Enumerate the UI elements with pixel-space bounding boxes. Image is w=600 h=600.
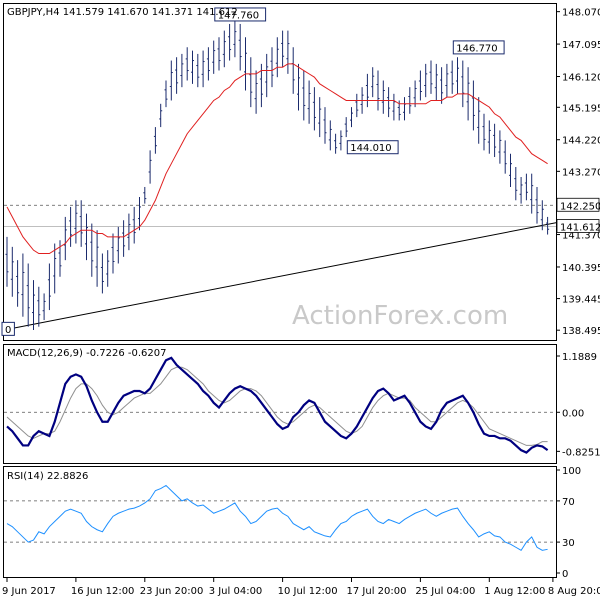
price-y-tick-label: 140.395	[562, 263, 600, 274]
price-y-tick-label: 146.120	[562, 73, 600, 84]
time-tick-label: 8 Aug 20:00	[548, 586, 600, 597]
price-annotation-label: 146.770	[456, 43, 497, 54]
price-y-tick-label: 138.495	[562, 326, 600, 337]
watermark: ActionForex.com	[292, 301, 508, 331]
price-y-axis: 148.070 147.095 146.120 145.195 144.220 143.2…	[556, 8, 600, 337]
rsi-y-axis: 100 70 30 0	[556, 466, 581, 580]
rsi-y-tick-label: 0	[562, 569, 568, 580]
forex-chart: ActionForex.com 147.760146.770144.0100 1…	[1, 3, 600, 597]
price-header: GBPJPY,H4 141.579 141.670 141.371 141.61…	[7, 7, 238, 18]
time-axis: 9 Jun 2017 16 Jun 12:00 23 Jun 20:00 3 Jul …	[2, 578, 600, 597]
rsi-y-tick-label: 70	[562, 497, 575, 508]
rsi-y-tick-label: 30	[562, 538, 575, 549]
price-y-tick-label: 145.195	[562, 103, 600, 114]
rsi-y-tick-label: 100	[562, 466, 581, 477]
price-y-tick-label: 139.445	[562, 295, 600, 306]
price-y-tick-label: 147.095	[562, 40, 600, 51]
price-annotation-label: 144.010	[350, 143, 391, 154]
current-price-label: 141.612	[560, 222, 600, 233]
price-y-tick-label: 148.070	[562, 8, 600, 19]
macd-y-tick-label: 1.1889	[562, 352, 597, 363]
rsi-header: RSI(14) 22.8826	[7, 471, 88, 482]
macd-panel-frame	[3, 344, 557, 464]
macd-header: MACD(12,26,9) -0.7226 -0.6207	[7, 348, 167, 359]
macd-y-axis: 1.1889 0.00 -0.8251	[556, 352, 600, 458]
time-tick-label: 10 Jul 12:00	[278, 586, 338, 597]
macd-y-tick-label: -0.8251	[562, 447, 600, 458]
time-tick-label: 17 Jul 20:00	[347, 586, 407, 597]
time-tick-label: 1 Aug 12:00	[484, 586, 545, 597]
time-tick-label: 3 Jul 04:00	[209, 586, 263, 597]
time-tick-label: 25 Jul 04:00	[415, 586, 475, 597]
price-y-tick-label: 144.220	[562, 136, 600, 147]
macd-y-tick-label: 0.00	[562, 408, 584, 419]
price-annotation-label: 0	[5, 325, 11, 336]
time-tick-label: 23 Jun 20:00	[140, 586, 204, 597]
time-tick-label: 9 Jun 2017	[2, 586, 56, 597]
time-tick-label: 16 Jun 12:00	[71, 586, 135, 597]
level-price-label: 142.250	[560, 201, 600, 212]
price-y-tick-label: 143.270	[562, 167, 600, 178]
